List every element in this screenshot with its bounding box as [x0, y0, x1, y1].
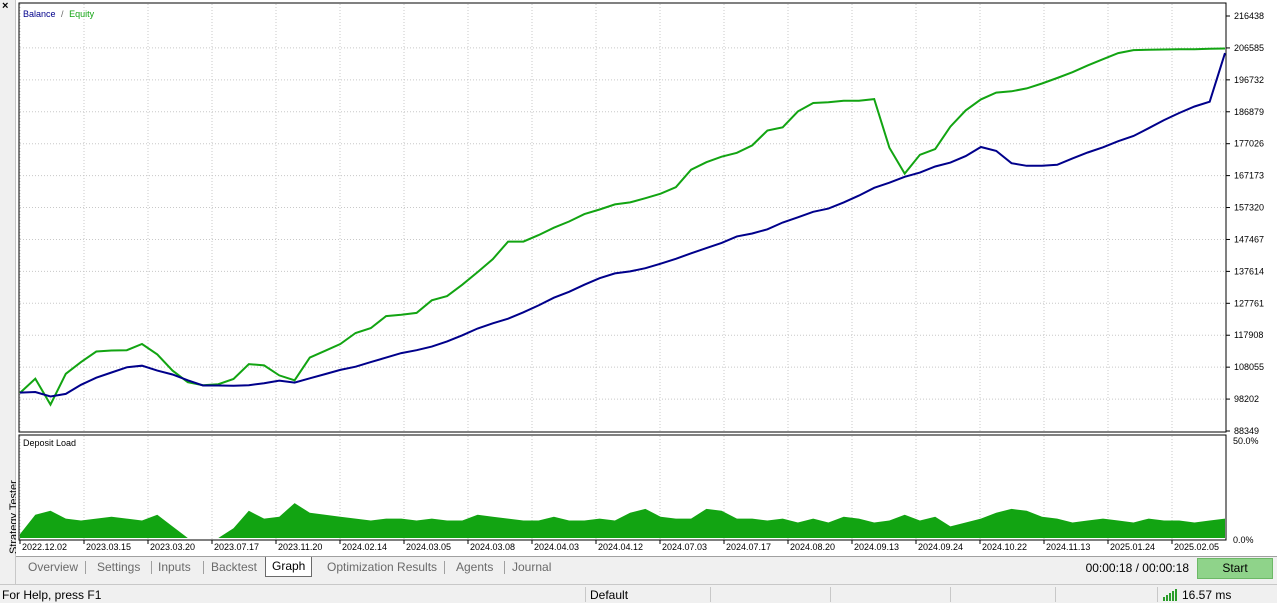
y-tick-label: 206585 — [1234, 43, 1264, 53]
tab-divider — [85, 561, 86, 574]
status-profile: Default — [590, 588, 629, 602]
x-tick-label: 2025.01.24 — [1110, 542, 1155, 552]
y-tick-label: 177026 — [1234, 139, 1264, 149]
x-tick-label: 2024.04.12 — [598, 542, 643, 552]
tab-divider — [203, 561, 204, 574]
x-tick-label: 2023.03.15 — [86, 542, 131, 552]
x-tick-label: 2024.02.14 — [342, 542, 387, 552]
tab-backtest[interactable]: Backtest — [205, 558, 263, 576]
x-tick-label: 2023.11.20 — [278, 542, 322, 552]
elapsed-timer: 00:00:18 / 00:00:18 — [1085, 561, 1189, 575]
start-button[interactable]: Start — [1197, 558, 1273, 579]
x-tick-label: 2024.09.24 — [918, 542, 963, 552]
tab-optimization-results[interactable]: Optimization Results — [321, 558, 443, 576]
tab-agents[interactable]: Agents — [450, 558, 499, 576]
tab-overview[interactable]: Overview — [22, 558, 84, 576]
status-divider — [950, 587, 951, 602]
x-tick-label: 2024.08.20 — [790, 542, 835, 552]
x-tick-label: 2024.07.17 — [726, 542, 771, 552]
status-divider — [1157, 587, 1158, 602]
x-tick-label: 2024.09.13 — [854, 542, 899, 552]
tab-graph[interactable]: Graph — [265, 557, 313, 577]
y-tick-label: 167173 — [1234, 171, 1264, 181]
y-tick-label: 98202 — [1234, 394, 1259, 404]
x-tick-label: 2024.11.13 — [1046, 542, 1090, 552]
y-tick-label: 108055 — [1234, 362, 1264, 372]
tab-journal[interactable]: Journal — [506, 558, 557, 576]
y-tick-label: 88349 — [1234, 426, 1259, 436]
x-tick-label: 2022.12.02 — [22, 542, 67, 552]
x-tick-label: 2024.10.22 — [982, 542, 1027, 552]
x-tick-label: 2024.04.03 — [534, 542, 579, 552]
y-tick-label: 137614 — [1234, 266, 1264, 276]
y-tick-label: 196732 — [1234, 75, 1264, 85]
y-tick-label: 117908 — [1234, 330, 1263, 340]
tab-inputs[interactable]: Inputs — [152, 558, 197, 576]
y-tick-label: 186879 — [1234, 107, 1264, 117]
time-axis: 2022.12.02 2023.03.15 2023.03.20 2023.07.17… — [19, 540, 1219, 552]
y-tick-label: 147467 — [1234, 234, 1264, 244]
side-panel-label-wrap: Strategy Tester — [1, 366, 20, 566]
status-divider — [1055, 587, 1056, 602]
status-help-text: For Help, press F1 — [2, 588, 102, 602]
x-tick-label: 2024.07.03 — [662, 542, 707, 552]
main-chart-y-axis: 216438 206585 196732 186879 177026 167173 1573… — [1226, 11, 1264, 436]
x-tick-label: 2023.03.20 — [150, 542, 195, 552]
chart-area: 216438 206585 196732 186879 177026 167173 1573… — [16, 0, 1277, 556]
status-divider — [585, 587, 586, 602]
status-divider — [830, 587, 831, 602]
close-icon[interactable]: × — [2, 1, 8, 12]
y-tick-label: 216438 — [1234, 11, 1264, 21]
balance-equity-chart: 216438 206585 196732 186879 177026 167173 1573… — [18, 2, 1264, 552]
deposit-load-ylabel-bottom: 0.0% — [1233, 535, 1254, 545]
x-tick-label: 2024.03.08 — [470, 542, 515, 552]
tab-settings[interactable]: Settings — [91, 558, 146, 576]
y-tick-label: 157320 — [1234, 203, 1264, 213]
connection-signal-icon — [1163, 589, 1177, 601]
deposit-load-ylabel-top: 50.0% — [1233, 436, 1259, 446]
status-divider — [710, 587, 711, 602]
legend-equity: Equity — [69, 9, 95, 19]
deposit-load-title: Deposit Load — [23, 438, 76, 448]
x-tick-label: 2023.07.17 — [214, 542, 259, 552]
legend-separator: / — [61, 9, 64, 19]
tab-divider — [504, 561, 505, 574]
legend-balance: Balance — [23, 9, 56, 19]
x-tick-label: 2024.03.05 — [406, 542, 451, 552]
x-tick-label: 2025.02.05 — [1174, 542, 1219, 552]
tab-divider — [444, 561, 445, 574]
status-latency: 16.57 ms — [1182, 588, 1232, 602]
y-tick-label: 127761 — [1234, 298, 1264, 308]
tester-tab-bar: Overview Settings Inputs Backtest Graph … — [16, 556, 1277, 579]
status-bar: For Help, press F1 Default 16.57 ms — [0, 584, 1277, 603]
strategy-tester-side-panel: × Strategy Tester — [0, 0, 20, 584]
